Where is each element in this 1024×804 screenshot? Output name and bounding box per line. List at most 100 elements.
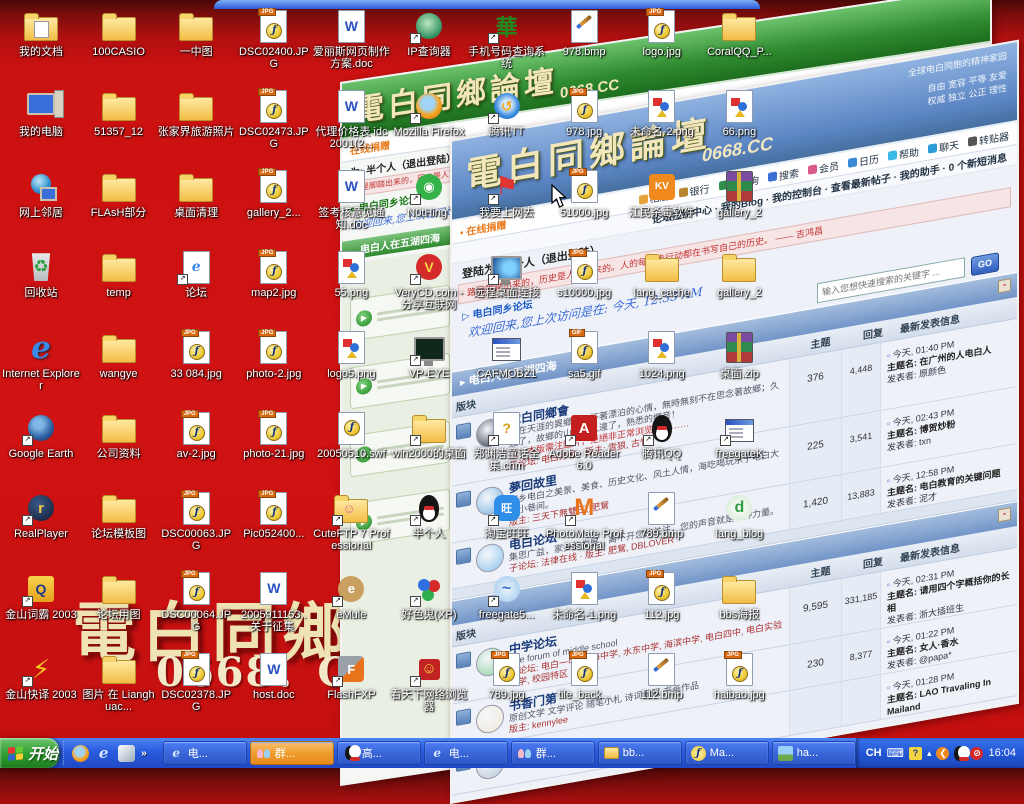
- desktop-icon[interactable]: JPGƒ map2.jpg: [235, 249, 313, 299]
- desktop-icon[interactable]: JPGƒ DSC00064.JPG: [157, 571, 235, 633]
- desktop-icon[interactable]: 网上邻居: [2, 169, 80, 219]
- desktop-icon[interactable]: JPGƒ av-2.jpg: [157, 410, 235, 460]
- desktop-icon[interactable]: JPGƒ 789.jpg: [468, 651, 546, 701]
- desktop-icon[interactable]: ↗ IP查询器: [390, 8, 468, 58]
- desktop-icon[interactable]: ↗ freegateK: [700, 410, 778, 460]
- desktop-icon[interactable]: 1024.png: [623, 330, 701, 380]
- desktop-icon[interactable]: JPGƒ DSC02400.JPG: [235, 8, 313, 70]
- desktop-icon[interactable]: 我的文档: [2, 8, 80, 58]
- desktop-icon[interactable]: ♻ 回收站: [2, 249, 80, 299]
- desktop-icon[interactable]: F↗ FlashFXP: [312, 651, 390, 701]
- desktop-icon[interactable]: logo5.png: [312, 330, 390, 380]
- desktop-icon[interactable]: JPGƒ s10000.jpg: [545, 249, 623, 299]
- desktop-icon[interactable]: 图片 在 Lianghuac...: [80, 651, 158, 713]
- taskbar-button[interactable]: e电...: [163, 741, 247, 765]
- desktop-icon[interactable]: 未命名-1.png: [545, 571, 623, 621]
- desktop-icon[interactable]: ↗ Google Earth: [2, 410, 80, 460]
- back-tray-icon[interactable]: ❮: [936, 747, 949, 760]
- desktop-icon[interactable]: 一中图: [157, 8, 235, 58]
- desktop-icon[interactable]: 未命名-2.png: [623, 88, 701, 138]
- taskbar-button[interactable]: 群...: [250, 741, 334, 765]
- firefox-icon[interactable]: [72, 745, 89, 762]
- desktop-icon[interactable]: 51357_12: [80, 88, 158, 138]
- search-go-button[interactable]: GO: [971, 252, 999, 276]
- desktop-icon[interactable]: JPGƒ photo-2.jpg: [235, 330, 313, 380]
- desktop-icon[interactable]: ↗ 腾讯QQ: [623, 410, 701, 460]
- desktop-icon[interactable]: e↗ 论坛: [157, 249, 235, 299]
- nav-item[interactable]: 帮助: [888, 143, 919, 163]
- desktop-icon[interactable]: KV 江民杀毒软件: [623, 169, 701, 219]
- desktop-icon[interactable]: ↺↗ 腾讯TT: [468, 88, 546, 138]
- desktop-icon[interactable]: JPGƒ Pic052400...: [235, 490, 313, 540]
- desktop-icon[interactable]: M↗ PhotoMate Professional: [545, 490, 623, 552]
- desktop-icon[interactable]: 桌面.zip: [700, 330, 778, 380]
- desktop-icon[interactable]: FLAsH部分: [80, 169, 158, 219]
- desktop-icon[interactable]: JPGƒ logo.jpg: [623, 8, 701, 58]
- desktop-icon[interactable]: 论坛用图: [80, 571, 158, 621]
- desktop-icon[interactable]: e Internet Explorer: [2, 330, 80, 392]
- collapse-tray-arrow[interactable]: ▴: [927, 747, 932, 759]
- nav-item[interactable]: 聊天: [928, 136, 959, 156]
- desktop-icon[interactable]: ↗ Mozilla Firefox: [390, 88, 468, 138]
- helper-icon[interactable]: ?: [909, 747, 922, 760]
- taskbar-button[interactable]: 高...: [337, 741, 421, 765]
- desktop-icon[interactable]: W host.doc: [235, 651, 313, 701]
- taskbar-button[interactable]: 群...: [511, 741, 595, 765]
- desktop-icon[interactable]: gallery_2: [700, 249, 778, 299]
- desktop-icon[interactable]: JPGƒ 978.jpg: [545, 88, 623, 138]
- desktop-icon[interactable]: CoralQQ_P...: [700, 8, 778, 58]
- desktop-icon[interactable]: wangye: [80, 330, 158, 380]
- desktop-icon[interactable]: ?↗ 郑渊洁童话全集.chm: [468, 410, 546, 472]
- desktop-icon[interactable]: JPGƒ DSC00063.JPG: [157, 490, 235, 552]
- keyboard-icon[interactable]: ⌨: [887, 747, 904, 759]
- desktop-icon[interactable]: JPGƒ gallery_2...: [235, 169, 313, 219]
- desktop-icon[interactable]: ↗ win2000的桌面: [390, 410, 468, 460]
- desktop-icon[interactable]: ↗ 远程桌面连接: [468, 249, 546, 299]
- desktop-icon[interactable]: W 代理价格表 idc2001(2...: [312, 88, 390, 150]
- desktop-icon[interactable]: 桌面清理: [157, 169, 235, 219]
- desktop-icon[interactable]: d lang_blog: [700, 490, 778, 540]
- desktop-icon[interactable]: ☺↗ CuteFTP 7 Professional: [312, 490, 390, 552]
- desktop-icon[interactable]: e↗ eMule: [312, 571, 390, 621]
- taskbar-button[interactable]: bb...: [598, 741, 682, 765]
- desktop-icon[interactable]: temp: [80, 249, 158, 299]
- desktop-icon[interactable]: lang_cache: [623, 249, 701, 299]
- desktop-icon[interactable]: 张家界旅游照片: [157, 88, 235, 138]
- desktop-icon[interactable]: ◉↗ N0tHing`: [390, 169, 468, 219]
- desktop-icon[interactable]: 论坛模板图: [80, 490, 158, 540]
- desktop-icon[interactable]: JPGƒ DSC02378.JPG: [157, 651, 235, 713]
- desktop-icon[interactable]: ↗ 半个人: [390, 490, 468, 540]
- desktop-icon[interactable]: CAFMOBZ1: [468, 330, 546, 380]
- desktop-icon[interactable]: gallery_2: [700, 169, 778, 219]
- ie-icon[interactable]: e: [95, 745, 112, 762]
- desktop-icon[interactable]: JPGƒ 112.jpg: [623, 571, 701, 621]
- desktop-icon[interactable]: 112.bmp: [623, 651, 701, 701]
- desktop-icon[interactable]: JPGƒ tile_back...: [545, 651, 623, 701]
- nav-item[interactable]: 转贴器: [968, 127, 1009, 149]
- desktop-icon[interactable]: JPGƒ haibao.jpg: [700, 651, 778, 701]
- desktop-icon[interactable]: 978.bmp: [545, 8, 623, 58]
- mute-icon[interactable]: ⊘: [970, 747, 983, 760]
- quick-launch-overflow-chevron[interactable]: »: [141, 748, 147, 759]
- desktop-icon[interactable]: W 2005911153.. 关于征集.: [235, 571, 313, 633]
- taskbar-button[interactable]: ha...: [772, 741, 856, 765]
- taskbar-button[interactable]: e电...: [424, 741, 508, 765]
- desktop-icon[interactable]: W 签考核意见通知.doc: [312, 169, 390, 231]
- language-indicator[interactable]: CH: [866, 747, 882, 759]
- desktop-icon[interactable]: 旺↗ 淘宝旺旺: [468, 490, 546, 540]
- desktop-icon[interactable]: ~↗ freegate5...: [468, 571, 546, 621]
- desktop-icon[interactable]: 789.bmp: [623, 490, 701, 540]
- desktop-icon[interactable]: Q↗ 金山词霸 2003: [2, 571, 80, 621]
- desktop-icon[interactable]: ☺↗ 看天下网络浏览器: [390, 651, 468, 713]
- show-desktop-icon[interactable]: [118, 745, 135, 762]
- nav-item[interactable]: 日历: [848, 150, 879, 170]
- desktop-icon[interactable]: GIFƒ sa5.gif: [545, 330, 623, 380]
- desktop-icon[interactable]: 100CASIO: [80, 8, 158, 58]
- desktop-icon[interactable]: JPGƒ 33 084.jpg: [157, 330, 235, 380]
- collapse-section-button[interactable]: -: [998, 507, 1011, 522]
- desktop-icon[interactable]: 華↗ 手机号码查询系统: [468, 8, 546, 70]
- desktop-icon[interactable]: JPGƒ photo-21.jpg: [235, 410, 313, 460]
- collapse-section-button[interactable]: -: [998, 278, 1011, 293]
- qq-tray-icon[interactable]: [954, 746, 965, 761]
- desktop-icon[interactable]: 55.png: [312, 249, 390, 299]
